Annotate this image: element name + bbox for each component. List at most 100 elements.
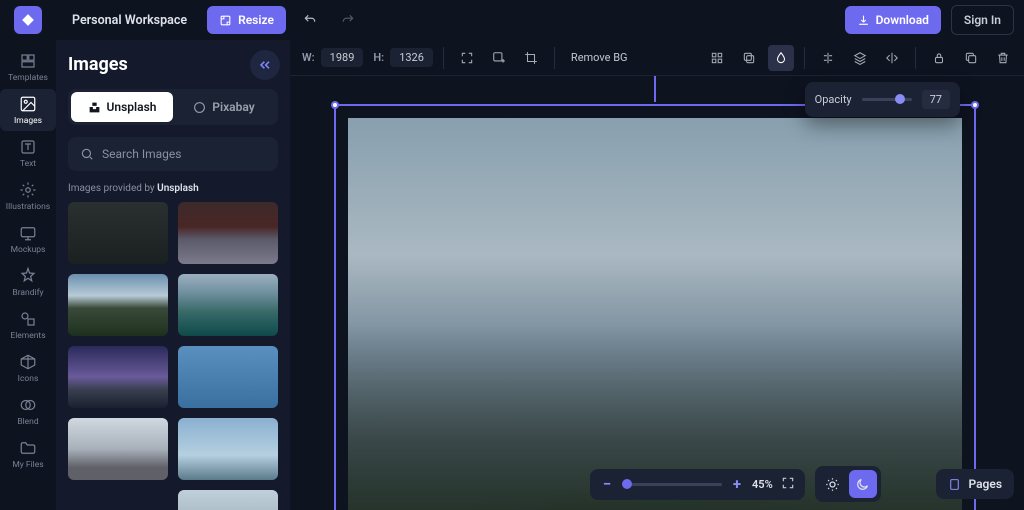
layers-icon (853, 51, 867, 65)
canvas-area: W: 1989 H: 1326 Remove BG (290, 40, 1024, 510)
align-button[interactable] (815, 45, 841, 71)
opacity-slider-thumb[interactable] (895, 94, 905, 104)
brandify-icon (19, 267, 37, 285)
theme-light-button[interactable] (819, 470, 847, 498)
rail-label: Text (20, 159, 36, 169)
position-button[interactable] (704, 45, 730, 71)
tab-pixabay[interactable]: Pixabay (173, 92, 275, 122)
rail-item-templates[interactable]: Templates (0, 46, 56, 88)
width-value[interactable]: 1989 (321, 48, 364, 67)
resize-button-label: Resize (238, 13, 274, 27)
image-thumb[interactable] (68, 346, 168, 408)
lock-icon (932, 51, 946, 65)
tab-unsplash[interactable]: Unsplash (71, 92, 173, 122)
height-value[interactable]: 1326 (390, 48, 433, 67)
text-icon (19, 138, 37, 156)
rail-label: Brandify (12, 288, 43, 298)
zoom-in-button[interactable]: + (730, 475, 744, 493)
image-thumb[interactable] (178, 202, 278, 264)
crop-button[interactable] (518, 45, 544, 71)
download-button-label: Download (876, 13, 929, 27)
search-input[interactable] (102, 147, 266, 161)
canvas[interactable] (290, 76, 1024, 510)
grid-icon (710, 51, 724, 65)
left-rail: Templates Images Text Illustrations Mock… (0, 40, 56, 510)
resize-handle-tl[interactable] (331, 101, 339, 109)
context-toolbar: W: 1989 H: 1326 Remove BG (290, 40, 1024, 76)
signin-button-label: Sign In (964, 13, 1001, 27)
copy-layer-icon (742, 51, 756, 65)
pages-icon (948, 478, 961, 491)
image-thumb[interactable] (68, 418, 168, 480)
image-thumb[interactable] (68, 202, 168, 264)
fit-screen-button[interactable] (454, 45, 480, 71)
replace-image-button[interactable] (486, 45, 512, 71)
signin-button[interactable]: Sign In (951, 5, 1014, 35)
remove-bg-button[interactable]: Remove BG (565, 47, 634, 68)
image-thumb[interactable] (178, 274, 278, 336)
zoom-slider[interactable] (622, 483, 722, 486)
blend-icon (19, 396, 37, 414)
rail-item-myfiles[interactable]: My Files (0, 433, 56, 475)
unsplash-icon (88, 101, 101, 114)
zoom-slider-thumb[interactable] (622, 479, 632, 489)
pages-button[interactable]: Pages (936, 469, 1014, 499)
duplicate-button[interactable] (958, 45, 984, 71)
rail-item-brandify[interactable]: Brandify (0, 261, 56, 303)
image-plus-icon (492, 51, 506, 65)
opacity-button[interactable] (768, 45, 794, 71)
illustrations-icon (19, 181, 37, 199)
workspace-name[interactable]: Personal Workspace (72, 13, 187, 28)
moon-icon (855, 477, 870, 492)
flip-button[interactable] (879, 45, 905, 71)
opacity-slider[interactable] (862, 98, 912, 101)
image-thumb[interactable] (178, 346, 278, 408)
image-thumb[interactable] (68, 274, 168, 336)
expand-icon (460, 51, 474, 65)
trash-icon (996, 51, 1010, 65)
download-button[interactable]: Download (845, 6, 941, 34)
zoom-fit-button[interactable] (781, 475, 795, 494)
rail-item-blend[interactable]: Blend (0, 390, 56, 432)
delete-button[interactable] (990, 45, 1016, 71)
elements-icon (19, 310, 37, 328)
rail-item-text[interactable]: Text (0, 132, 56, 174)
height-label: H: (373, 51, 384, 64)
opacity-value[interactable]: 77 (922, 90, 950, 109)
rail-item-illustrations[interactable]: Illustrations (0, 175, 56, 217)
resize-handle-tr[interactable] (971, 101, 979, 109)
attribution-provider[interactable]: Unsplash (157, 183, 199, 194)
undo-button[interactable] (296, 6, 324, 34)
image-thumb[interactable] (178, 490, 278, 510)
app-logo[interactable] (14, 6, 42, 34)
rotate-stem (654, 76, 656, 102)
redo-icon (341, 13, 355, 27)
selected-image[interactable] (348, 118, 962, 510)
resize-button[interactable]: Resize (207, 6, 286, 34)
rail-item-mockups[interactable]: Mockups (0, 218, 56, 260)
top-bar: Personal Workspace Resize Download Sign … (0, 0, 1024, 40)
selection-box[interactable] (334, 104, 976, 510)
attribution-prefix: Images provided by (68, 183, 157, 194)
rail-item-elements[interactable]: Elements (0, 304, 56, 346)
droplet-icon (774, 51, 788, 65)
collapse-panel-button[interactable] (250, 50, 280, 80)
theme-dark-button[interactable] (849, 470, 877, 498)
zoom-out-button[interactable]: − (600, 475, 614, 493)
rail-item-images[interactable]: Images (0, 89, 56, 131)
rail-label: Mockups (11, 245, 46, 255)
rail-item-icons[interactable]: Icons (0, 347, 56, 389)
download-icon (857, 14, 870, 27)
layers-button[interactable] (847, 45, 873, 71)
templates-icon (19, 52, 37, 70)
search-box[interactable] (68, 137, 278, 171)
align-icon (821, 51, 835, 65)
width-label: W: (302, 51, 315, 64)
lock-button[interactable] (926, 45, 952, 71)
duplicate-layer-button[interactable] (736, 45, 762, 71)
redo-button[interactable] (334, 6, 362, 34)
bottom-bar: − + 45% Pages (590, 466, 1014, 502)
image-thumb[interactable] (178, 418, 278, 480)
opacity-popover: Opacity 77 (805, 82, 960, 117)
thumbnail-grid (68, 202, 278, 510)
